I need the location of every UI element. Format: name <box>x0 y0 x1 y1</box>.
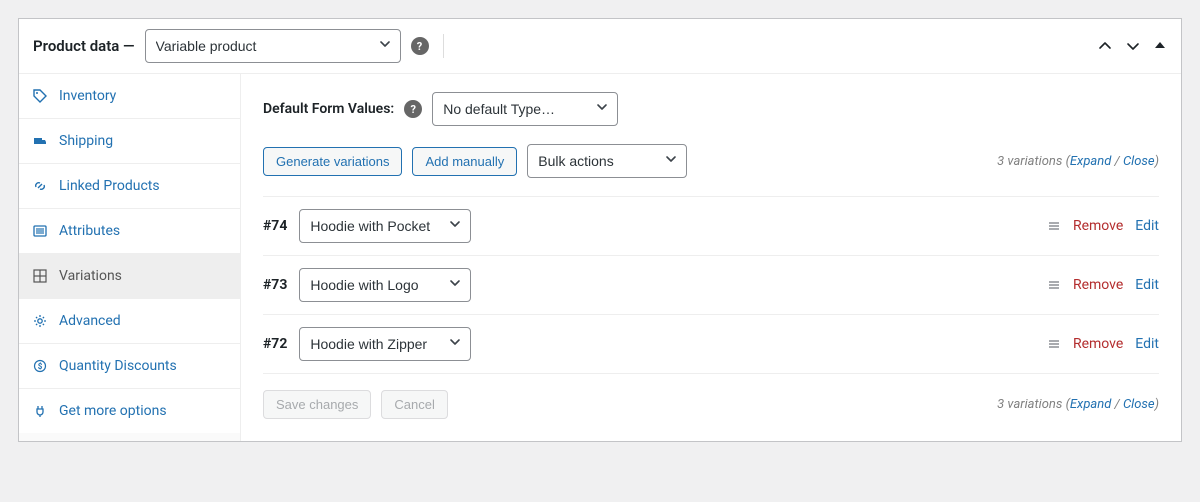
list-icon <box>33 224 49 238</box>
generate-variations-button[interactable]: Generate variations <box>263 147 402 176</box>
remove-variation-link[interactable]: Remove <box>1073 277 1123 293</box>
tag-icon <box>33 89 49 103</box>
panel-header: Product data — Variable product ? <box>19 19 1181 74</box>
sidebar-item-label: Advanced <box>59 313 121 329</box>
panel-title: Product data — <box>33 37 135 55</box>
variation-count: 3 variations <box>997 154 1062 169</box>
variation-id: #72 <box>263 336 287 352</box>
save-changes-button[interactable]: Save changes <box>263 390 371 419</box>
sidebar-item-label: Get more options <box>59 403 167 419</box>
svg-text:$: $ <box>38 362 43 371</box>
sidebar-item-inventory[interactable]: Inventory <box>19 74 240 119</box>
default-type-select[interactable]: No default Type… <box>432 92 618 126</box>
bulk-actions-select[interactable]: Bulk actions <box>527 144 687 178</box>
product-data-panel: Product data — Variable product ? <box>18 18 1182 442</box>
expand-link[interactable]: Expand <box>1070 154 1111 169</box>
variations-footer: Save changes Cancel 3 variations (Expand… <box>263 373 1159 419</box>
product-type-select[interactable]: Variable product <box>145 29 401 63</box>
help-icon[interactable]: ? <box>411 37 429 55</box>
variations-panel: Default Form Values: ? No default Type… … <box>241 74 1181 441</box>
variations-count-text-bottom: 3 variations (Expand / Close) <box>997 397 1159 412</box>
truck-icon <box>33 134 49 148</box>
plug-icon <box>33 404 49 418</box>
sidebar-item-shipping[interactable]: Shipping <box>19 119 240 164</box>
variations-toolbar: Generate variations Add manually Bulk ac… <box>263 144 1159 178</box>
sidebar-item-quantity-discounts[interactable]: $ Quantity Discounts <box>19 344 240 389</box>
variations-count-text: 3 variations (Expand / Close) <box>997 154 1159 169</box>
divider <box>443 34 444 58</box>
sidebar-item-attributes[interactable]: Attributes <box>19 209 240 254</box>
sidebar-item-label: Linked Products <box>59 178 160 194</box>
sidebar-item-get-more-options[interactable]: Get more options <box>19 389 240 433</box>
drag-handle-icon[interactable] <box>1047 278 1061 292</box>
variation-attribute-select[interactable]: Hoodie with Zipper <box>299 327 471 361</box>
edit-variation-link[interactable]: Edit <box>1135 277 1159 293</box>
variation-row: #72 Hoodie with Zipper Remove E <box>263 314 1159 373</box>
variation-attribute-select[interactable]: Hoodie with Logo <box>299 268 471 302</box>
remove-variation-link[interactable]: Remove <box>1073 336 1123 352</box>
sidebar-item-label: Attributes <box>59 223 120 239</box>
grid-icon <box>33 269 49 283</box>
cancel-button[interactable]: Cancel <box>381 390 447 419</box>
sidebar-item-label: Quantity Discounts <box>59 358 177 374</box>
sidebar-item-variations[interactable]: Variations <box>19 254 240 299</box>
close-link[interactable]: Close <box>1123 397 1155 412</box>
default-form-values-label: Default Form Values: <box>263 101 394 117</box>
variation-attribute-select[interactable]: Hoodie with Pocket <box>299 209 471 243</box>
gear-icon <box>33 314 49 328</box>
variations-list: #74 Hoodie with Pocket Remove E <box>263 196 1159 373</box>
add-manually-button[interactable]: Add manually <box>412 147 517 176</box>
variation-id: #74 <box>263 218 287 234</box>
edit-variation-link[interactable]: Edit <box>1135 218 1159 234</box>
product-data-sidebar: Inventory Shipping Linked Products Attri… <box>19 74 241 441</box>
remove-variation-link[interactable]: Remove <box>1073 218 1123 234</box>
variation-count: 3 variations <box>997 397 1062 412</box>
panel-header-controls <box>1097 38 1167 54</box>
close-link[interactable]: Close <box>1123 154 1155 169</box>
dollar-icon: $ <box>33 359 49 373</box>
variation-row: #73 Hoodie with Logo Remove Edi <box>263 255 1159 314</box>
sidebar-item-advanced[interactable]: Advanced <box>19 299 240 344</box>
edit-variation-link[interactable]: Edit <box>1135 336 1159 352</box>
sidebar-item-label: Shipping <box>59 133 113 149</box>
move-up-icon[interactable] <box>1097 38 1113 54</box>
expand-link[interactable]: Expand <box>1070 397 1111 412</box>
variation-row: #74 Hoodie with Pocket Remove E <box>263 196 1159 255</box>
default-form-values-row: Default Form Values: ? No default Type… <box>263 92 1159 126</box>
sidebar-item-label: Variations <box>59 268 122 284</box>
move-down-icon[interactable] <box>1125 38 1141 54</box>
drag-handle-icon[interactable] <box>1047 337 1061 351</box>
link-icon <box>33 179 49 193</box>
sidebar-item-linked-products[interactable]: Linked Products <box>19 164 240 209</box>
sidebar-item-label: Inventory <box>59 88 116 104</box>
collapse-icon[interactable] <box>1153 38 1167 54</box>
variation-id: #73 <box>263 277 287 293</box>
drag-handle-icon[interactable] <box>1047 219 1061 233</box>
help-icon[interactable]: ? <box>404 100 422 118</box>
